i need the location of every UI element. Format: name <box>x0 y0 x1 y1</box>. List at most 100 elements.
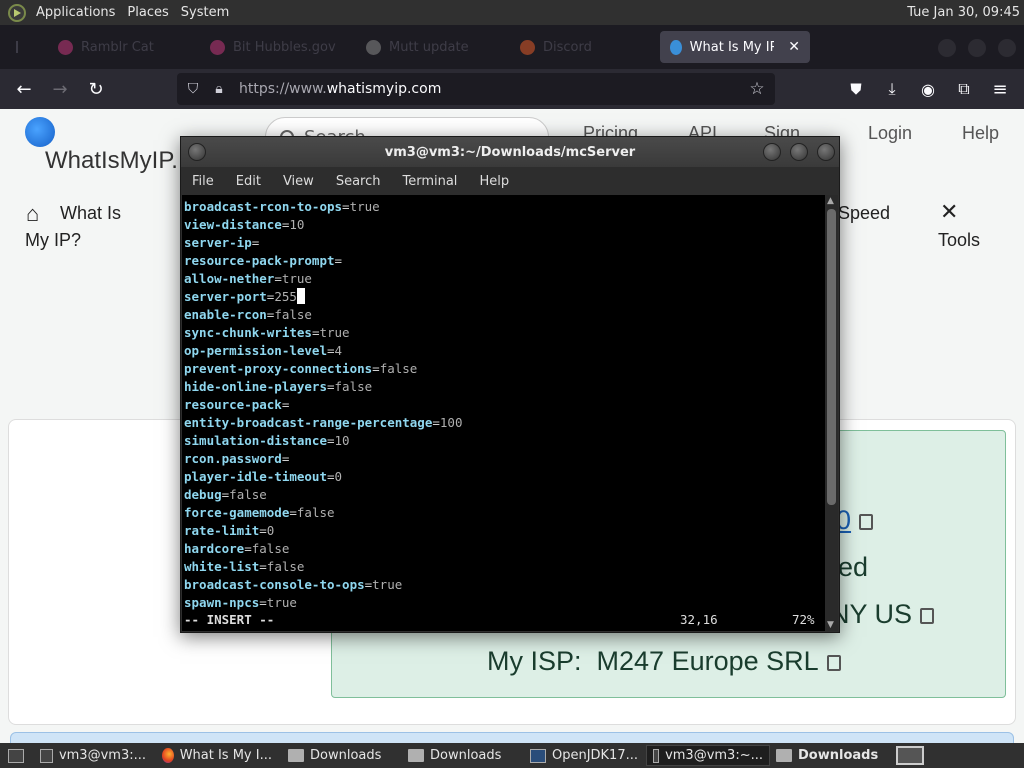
menu-help[interactable]: Help <box>468 174 520 189</box>
terminal-scrollbar[interactable]: ▲ ▼ <box>825 195 838 631</box>
terminal-title: vm3@vm3:~/Downloads/mcServer <box>384 144 636 160</box>
vim-mode: -- INSERT -- <box>184 612 275 627</box>
taskbar-item-downloads-2[interactable]: Downloads <box>402 745 522 766</box>
menu-view[interactable]: View <box>272 174 325 189</box>
pocket-icon[interactable]: ⛊ <box>844 77 868 101</box>
minimize-button[interactable] <box>763 143 781 161</box>
maximize-button[interactable] <box>790 143 808 161</box>
taskbar-item-downloads-3[interactable]: Downloads <box>770 745 888 766</box>
terminal-titlebar[interactable]: vm3@vm3:~/Downloads/mcServer <box>181 137 839 167</box>
show-desktop-button[interactable] <box>2 745 32 766</box>
tab-favicon-icon <box>520 39 535 55</box>
reload-icon[interactable]: ↻ <box>84 77 108 101</box>
property-value: true <box>372 577 403 592</box>
site-name[interactable]: WhatIsMyIP. <box>45 147 178 175</box>
taskbar-item-firefox[interactable]: What Is My I... <box>156 745 278 766</box>
ip-address-link[interactable]: 0 <box>836 505 874 536</box>
terminal-line: player-idle-timeout=0 <box>184 468 826 486</box>
menu-system[interactable]: System <box>175 0 235 25</box>
forward-icon[interactable]: → <box>48 77 72 101</box>
hamburger-menu-icon[interactable]: ≡ <box>988 77 1012 101</box>
tab-overflow[interactable] <box>6 31 28 63</box>
tab-2[interactable]: Bit Hubbles.gov <box>200 31 350 63</box>
url-text[interactable]: https://www.whatismyip.com <box>239 81 441 97</box>
scroll-down-icon[interactable]: ▼ <box>827 620 834 630</box>
maximize-button[interactable] <box>968 39 986 57</box>
menu-edit[interactable]: Edit <box>225 174 272 189</box>
tab-favicon-icon <box>366 39 381 55</box>
clock[interactable]: Tue Jan 30, 09:45 <box>907 0 1020 25</box>
terminal-window[interactable]: vm3@vm3:~/Downloads/mcServer File Edit V… <box>180 136 840 633</box>
property-key: spawn-npcs <box>184 595 260 610</box>
property-value: true <box>266 595 297 610</box>
menu-places[interactable]: Places <box>121 0 174 25</box>
property-value: false <box>274 307 312 322</box>
terminal-text-area[interactable]: broadcast-rcon-to-ops=true view-distance=… <box>182 195 826 631</box>
shield-icon[interactable]: ⛉ <box>183 81 203 97</box>
close-button[interactable] <box>998 39 1016 57</box>
scroll-up-icon[interactable]: ▲ <box>827 196 834 206</box>
equals-sign: = <box>327 343 335 358</box>
property-key: enable-rcon <box>184 307 267 322</box>
window-menu-button[interactable] <box>188 143 206 161</box>
nav-login[interactable]: Login <box>868 123 912 144</box>
tab-close-icon[interactable]: ✕ <box>788 39 800 55</box>
menu-terminal[interactable]: Terminal <box>391 174 468 189</box>
property-value: false <box>379 361 418 376</box>
nav-what-is-my-ip[interactable]: What Is <box>60 203 121 224</box>
taskbar-item-downloads-1[interactable]: Downloads <box>282 745 398 766</box>
terminal-line: broadcast-console-to-ops=true <box>184 576 826 594</box>
url-bar[interactable]: ⛉ 🔒︎ https://www.whatismyip.com ☆ <box>177 73 775 105</box>
taskbar-item-terminal-2[interactable]: vm3@vm3:~... <box>646 745 770 766</box>
nav-help[interactable]: Help <box>962 123 999 144</box>
nav-speed[interactable]: Speed <box>838 203 890 224</box>
bookmark-star-icon[interactable]: ☆ <box>747 79 767 99</box>
status-text: ed <box>838 552 869 582</box>
equals-sign: = <box>334 253 343 268</box>
taskbar-item-terminal-1[interactable]: vm3@vm3:... <box>34 745 152 766</box>
property-key: hardcore <box>184 541 245 556</box>
minimize-button[interactable] <box>938 39 956 57</box>
extensions-icon[interactable]: ⧉ <box>952 77 976 101</box>
browser-nav-bar: ← → ↻ ⛉ 🔒︎ https://www.whatismyip.com ☆ … <box>0 69 1024 109</box>
property-key: allow-nether <box>184 271 275 286</box>
back-icon[interactable]: ← <box>12 77 36 101</box>
nav-tools[interactable]: Tools <box>938 230 980 251</box>
downloads-icon[interactable]: ⤓ <box>880 77 904 101</box>
account-icon[interactable]: ◉ <box>916 77 940 101</box>
equals-sign: = <box>274 271 282 286</box>
cursor-position: 32,16 <box>680 612 718 627</box>
equals-sign: = <box>372 361 380 376</box>
menu-search[interactable]: Search <box>325 174 392 189</box>
property-key: simulation-distance <box>184 433 327 448</box>
tools-icon: ✕ <box>940 199 959 224</box>
copy-icon[interactable] <box>859 513 874 530</box>
info-banner <box>10 732 1014 743</box>
property-key: resource-pack-prompt <box>184 253 335 268</box>
property-key: sync-chunk-writes <box>184 325 312 340</box>
menu-applications[interactable]: Applications <box>30 0 121 25</box>
copy-icon[interactable] <box>920 607 935 624</box>
tab-whatismyip[interactable]: What Is My IP? D ✕ <box>660 31 810 63</box>
lock-icon[interactable]: 🔒︎ <box>209 81 229 97</box>
copy-icon[interactable] <box>826 654 841 671</box>
workspace-switcher[interactable] <box>896 746 924 765</box>
equals-sign: = <box>289 505 297 520</box>
tab-4[interactable]: Discord <box>510 31 650 63</box>
equals-sign: = <box>259 523 267 538</box>
property-value: true <box>349 199 380 214</box>
tab-1[interactable]: Ramblr Cat <box>48 31 188 63</box>
distro-logo-icon[interactable] <box>8 3 26 22</box>
nav-what-is-my-ip-line2[interactable]: My IP? <box>25 230 81 251</box>
text-cursor <box>296 288 305 304</box>
taskbar-item-openjdk[interactable]: OpenJDK17... <box>524 745 644 766</box>
terminal-line: entity-broadcast-range-percentage=100 <box>184 414 826 432</box>
menu-file[interactable]: File <box>181 174 225 189</box>
equals-sign: = <box>432 415 440 430</box>
site-logo-icon[interactable] <box>25 117 55 147</box>
scrollbar-thumb[interactable] <box>827 209 836 505</box>
tab-3[interactable]: Mutt update <box>356 31 506 63</box>
close-button[interactable] <box>817 143 835 161</box>
property-value: false <box>251 541 290 556</box>
terminal-line: rate-limit=0 <box>184 522 826 540</box>
